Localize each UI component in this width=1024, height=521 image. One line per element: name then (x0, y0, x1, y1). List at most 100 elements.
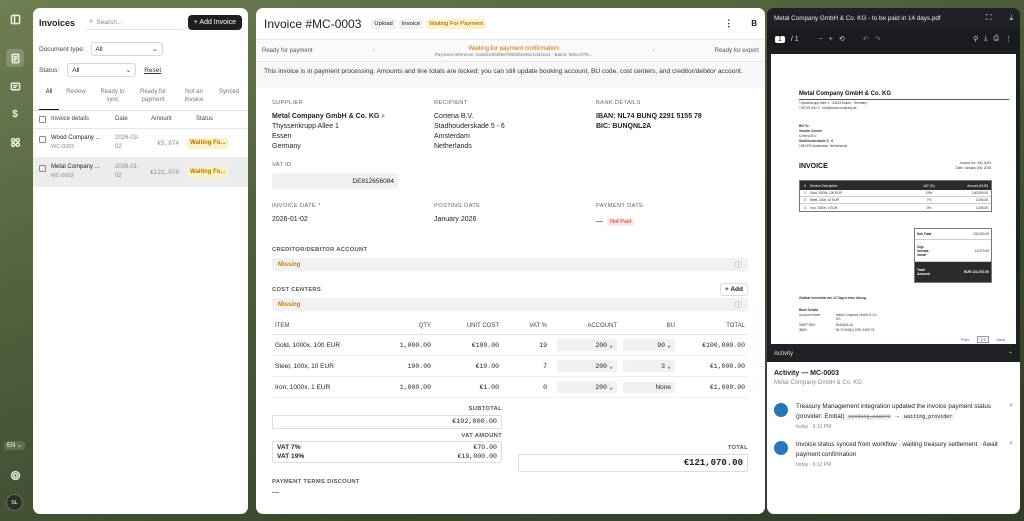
download-icon[interactable]: ⤓ (1009, 13, 1013, 23)
page-input[interactable]: 1 (775, 35, 785, 43)
pdf-heading: INVOICE (799, 163, 828, 170)
status-select[interactable]: All ⌄ (67, 63, 137, 77)
tab-review[interactable]: Review (59, 86, 93, 110)
collapse-icon[interactable]: ⌃ (1008, 351, 1013, 358)
item-vat: 0 (502, 376, 550, 398)
vat-id-field[interactable]: DE812656084 (272, 173, 398, 189)
status-badge: Waiting Fo... (187, 166, 229, 178)
inbox-nav-icon[interactable] (6, 77, 24, 95)
tab-all[interactable]: All (39, 86, 59, 110)
redo-icon[interactable]: ↷ (875, 35, 881, 43)
fit-icon[interactable]: ⟲ (839, 35, 845, 43)
search-icon[interactable]: ⌕ (1009, 402, 1013, 430)
total-field: €121,070.00 (518, 454, 748, 472)
pdf-totals: Sub Total 102,000.00 Zzgl. Umsatz-steuer 1… (914, 228, 992, 283)
row-checkbox[interactable] (39, 135, 46, 143)
search-icon: ⌕ (89, 18, 94, 25)
row-number: WC-0302 (51, 143, 75, 150)
tab-ready-to-sync[interactable]: Ready to sync (93, 86, 132, 110)
vat-id-label: VAT ID (272, 162, 292, 168)
row-date: 2026-01-02 (115, 163, 140, 179)
undo-icon[interactable]: ↶ (863, 35, 869, 43)
pdf-filename: Metal Company GmbH & Co. KG - to be paid… (774, 14, 941, 22)
search-icon[interactable]: ⌕ (381, 113, 385, 120)
recipient-name: Cortena B.V. (434, 113, 474, 120)
line-items-table: ITEM QTY UNIT COST VAT % ACCOUNT BU TOTA… (272, 318, 748, 398)
add-cost-center-button[interactable]: + Add (720, 283, 748, 296)
pdf-iban-label: IBAN: (799, 328, 808, 332)
search-input[interactable]: Search... (96, 19, 122, 26)
more-options-icon[interactable]: ⋮ (724, 18, 733, 29)
sidebar-toggle-icon[interactable] (6, 10, 24, 28)
row-checkbox[interactable] (39, 164, 46, 172)
activity-dot-icon (774, 403, 788, 417)
account-select[interactable]: 200 ⌄ (557, 381, 617, 393)
print-icon[interactable]: ⎙ (993, 35, 999, 43)
vat-amount-label: VAT AMOUNT (461, 433, 502, 439)
search-field[interactable]: ⌕ Search... (86, 15, 183, 30)
tab-ready-for-payment[interactable]: Ready for payment (132, 86, 174, 110)
language-label: EN (7, 443, 16, 449)
tab-not-an-invoice[interactable]: Not an Invoice (174, 86, 214, 110)
pdf-company: Metal Company GmbH & Co. KG (799, 91, 892, 97)
pdf-invdate: Date: January 2nd, 2026 (956, 166, 991, 170)
search-icon[interactable]: ⌕ (1009, 440, 1013, 468)
zoom-out-icon[interactable]: − (819, 36, 823, 43)
bu-select[interactable]: 3 ⌄ (623, 360, 675, 372)
doctype-value: All (95, 45, 103, 53)
col-item: ITEM (272, 318, 364, 335)
tab-synced[interactable]: Synced (214, 86, 242, 110)
page-count: / 1 (790, 35, 799, 43)
pdf-download-icon[interactable]: ⤓ (984, 35, 987, 43)
account-select[interactable]: 200 ⌄ (557, 360, 617, 372)
invoice-date-field[interactable]: 2026-01-02 (272, 215, 321, 225)
list-header: Invoice details Date Amount Status (33, 111, 248, 129)
settings-icon[interactable] (6, 466, 24, 484)
pdf-terms: Zahlbar innerhalb von 14 Tagen ohne Abzu… (799, 296, 867, 300)
chevron-down-icon: ⌄ (152, 46, 158, 53)
select-all-checkbox[interactable] (39, 115, 46, 123)
chevron-down-icon: ⌄ (125, 67, 132, 74)
integrations-nav-icon[interactable] (6, 133, 24, 151)
posting-date-field[interactable]: January 2026 (434, 215, 480, 225)
bu-select[interactable]: 90 ⌄ (623, 339, 675, 351)
list-item[interactable]: Metal Company ... MC-0003 2026-01-02 €121… (33, 157, 248, 187)
payment-date-value: — (596, 218, 603, 225)
stamp-icon[interactable]: ⚲ (973, 35, 978, 43)
user-avatar[interactable]: SL (6, 494, 23, 511)
payments-nav-icon[interactable]: $ (6, 105, 24, 123)
cost-centers-field[interactable]: Missing ⓘ (272, 298, 748, 311)
pdf-next-button[interactable]: Next (997, 337, 1005, 342)
zoom-in-icon[interactable]: + (829, 36, 833, 43)
iban: IBAN: NL74 BUNQ 2291 5155 78 (596, 113, 702, 120)
recipient-label: RECIPIENT (434, 100, 468, 106)
supplier-name[interactable]: Metal Company GmbH & Co. KG ⌕ (272, 112, 422, 122)
pdf-more-icon[interactable]: ⋮ (1005, 35, 1012, 43)
supplier-label: SUPPLIER (272, 100, 304, 106)
invoice-detail-panel: Invoice #MC-0003 Upload Invoice Waiting … (256, 8, 765, 514)
add-invoice-button[interactable]: + Add Invoice (187, 15, 242, 30)
reset-link[interactable]: Reset (144, 67, 161, 74)
doctype-select[interactable]: All ⌄ (90, 42, 163, 56)
item-qty: 1,000.00 (364, 334, 434, 356)
expand-icon[interactable]: ⛶ (986, 13, 992, 23)
step-arrow-icon: › (652, 47, 655, 54)
item-unit: €1.00 (434, 376, 502, 398)
list-item[interactable]: Wood Company ... WC-0302 2026-03-02 €5,87… (33, 129, 248, 158)
pdf-acc-label: Account holder: (799, 313, 822, 317)
pdf-prev-button[interactable]: Prev (961, 337, 969, 342)
invoice-date-label: INVOICE DATE * (272, 203, 321, 209)
language-selector[interactable]: EN ⌄ (4, 441, 26, 450)
bold-b-icon[interactable]: B (751, 19, 757, 28)
creditor-field[interactable]: Missing ⓘ (272, 258, 748, 271)
activity-text: Invoice status synced from workflow · wa… (796, 441, 998, 459)
info-icon: ⓘ (735, 261, 742, 269)
item-unit: €100.00 (434, 334, 502, 356)
item-vat: 7 (502, 355, 550, 377)
pdf-billto: Bill To: (799, 124, 810, 128)
account-select[interactable]: 200 ⌄ (557, 339, 617, 351)
col-details: Invoice details (51, 116, 90, 123)
invoices-nav-icon[interactable] (6, 49, 24, 67)
bu-select[interactable]: None (623, 381, 675, 393)
pdf-acc: Metal Company GmbH & Co. KG (836, 313, 878, 322)
